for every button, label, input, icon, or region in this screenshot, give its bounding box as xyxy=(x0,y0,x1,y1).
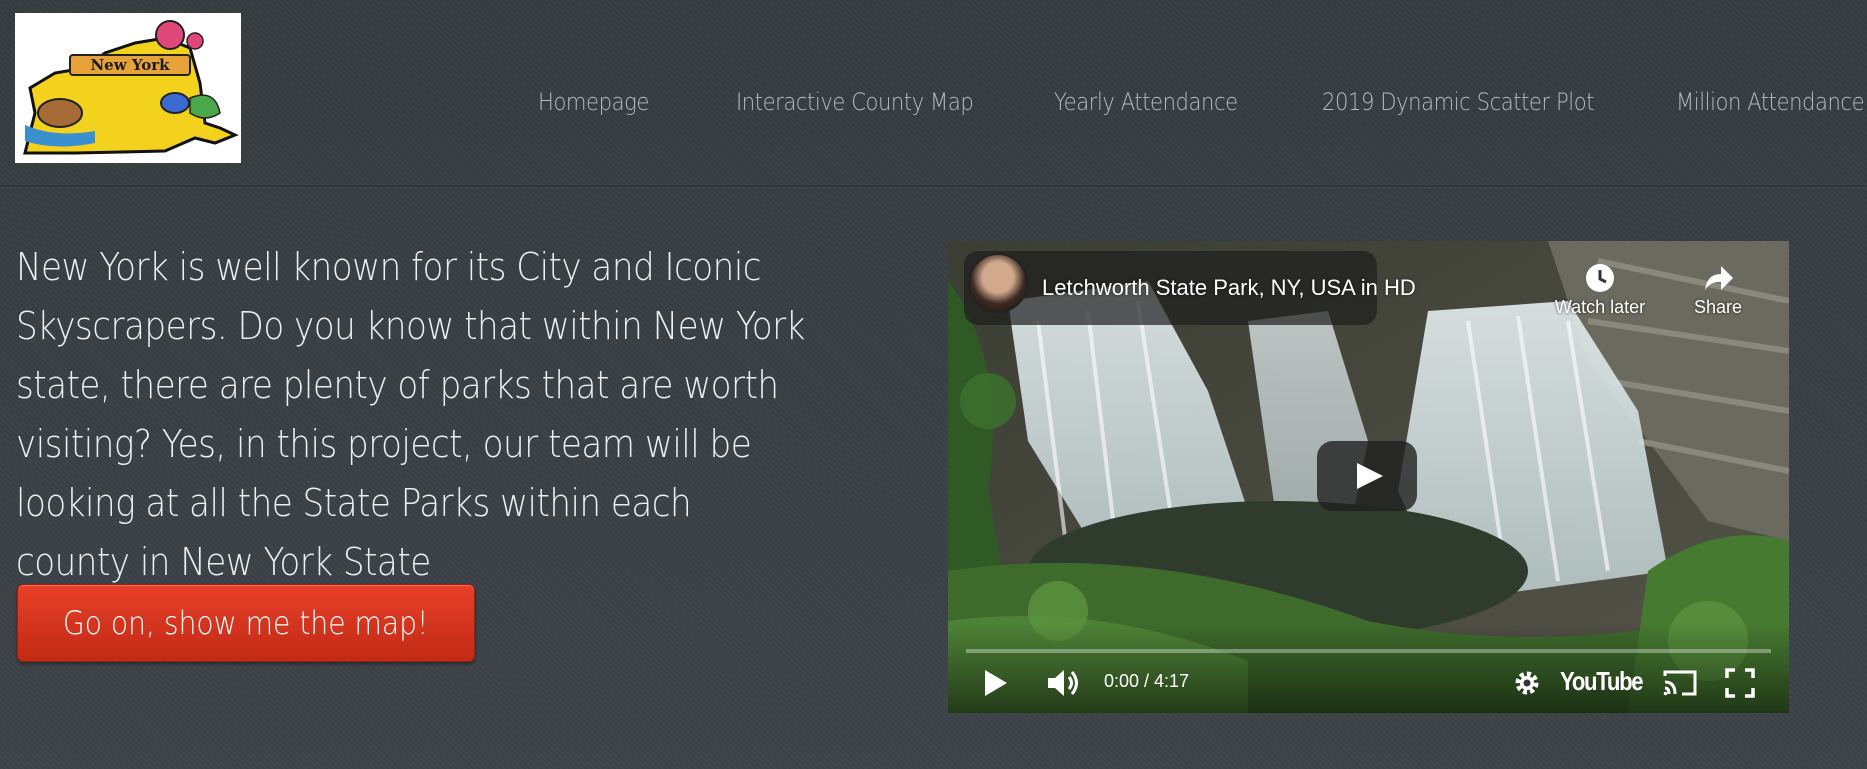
progress-bar[interactable] xyxy=(966,649,1771,653)
svg-text:New York: New York xyxy=(90,56,170,74)
nav-2019-dynamic-scatter-plot[interactable]: 2019 Dynamic Scatter Plot xyxy=(1322,88,1594,116)
share-label: Share xyxy=(1693,297,1743,317)
play-icon xyxy=(985,670,1007,696)
fullscreen-icon xyxy=(1725,668,1755,698)
video-title[interactable]: Letchworth State Park, NY, USA in HD xyxy=(1042,275,1416,301)
settings-button[interactable] xyxy=(1509,663,1545,703)
big-play-button[interactable] xyxy=(1317,441,1417,511)
share-button[interactable]: Share xyxy=(1663,259,1773,318)
volume-icon xyxy=(1048,670,1078,696)
play-button[interactable] xyxy=(978,663,1014,703)
settings-icon xyxy=(1515,671,1539,695)
youtube-logo[interactable]: YouTube xyxy=(1560,666,1644,697)
channel-avatar[interactable] xyxy=(968,253,1028,313)
show-map-button-label: Go on, show me the map! xyxy=(63,604,429,642)
video-time: 0:00 / 4:17 xyxy=(1104,671,1190,691)
cast-icon xyxy=(1663,670,1697,696)
nav-homepage[interactable]: Homepage xyxy=(538,88,649,116)
cast-button[interactable] xyxy=(1660,663,1700,703)
show-map-button[interactable]: Go on, show me the map! xyxy=(17,584,475,662)
watch-later-label: Watch later xyxy=(1554,297,1646,317)
watch-later-button[interactable]: Watch later xyxy=(1545,259,1655,318)
youtube-video-player[interactable]: Letchworth State Park, NY, USA in HD Wat… xyxy=(948,241,1789,713)
share-icon xyxy=(1663,259,1773,297)
nav-interactive-county-map[interactable]: Interactive County Map xyxy=(736,88,974,116)
mute-button[interactable] xyxy=(1043,663,1085,703)
intro-text: New York is well known for its City and … xyxy=(16,245,805,584)
site-header: New York Homepage Interactive County Map… xyxy=(0,0,1867,187)
main-nav: Homepage Interactive County Map Yearly A… xyxy=(0,88,1867,124)
nav-million-attendance[interactable]: Million Attendance xyxy=(1676,88,1865,116)
nav-yearly-attendance[interactable]: Yearly Attendance xyxy=(1054,88,1238,116)
fullscreen-button[interactable] xyxy=(1720,663,1760,703)
clock-icon xyxy=(1545,259,1655,297)
